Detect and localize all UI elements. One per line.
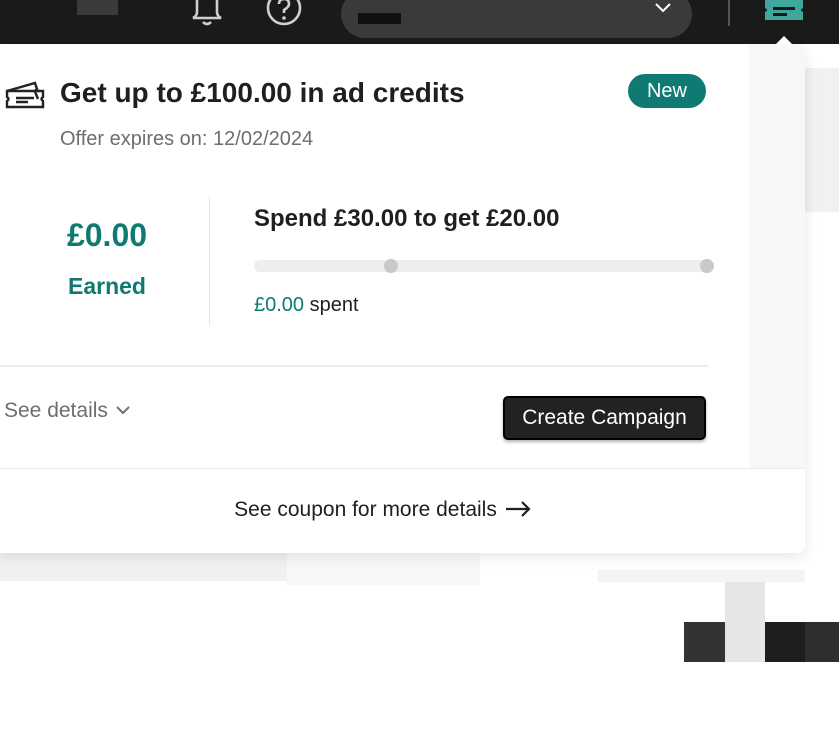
arrow-right-icon <box>505 501 531 517</box>
background-panel <box>805 68 839 212</box>
spent-label: spent <box>304 294 359 316</box>
spend-goal-heading: Spend £30.00 to get £20.00 <box>254 205 560 232</box>
background-block <box>765 622 805 662</box>
offer-title: Get up to £100.00 in ad credits <box>60 77 465 108</box>
popover-caret <box>775 36 793 45</box>
spent-amount: £0.00 <box>254 294 305 316</box>
see-coupon-details-label: See coupon for more details <box>234 498 497 521</box>
nav-divider <box>728 0 730 26</box>
coupon-icon[interactable] <box>763 0 805 26</box>
see-details-toggle[interactable]: See details <box>4 399 130 423</box>
new-badge: New <box>628 74 706 108</box>
chevron-down-icon <box>655 3 671 13</box>
background-panel <box>287 553 480 585</box>
section-divider <box>0 365 708 367</box>
vertical-divider <box>209 197 210 325</box>
nav-item[interactable] <box>77 0 118 15</box>
top-navigation-bar <box>0 0 839 44</box>
account-name-redacted <box>358 13 401 24</box>
coupon-tickets-icon <box>5 81 45 109</box>
earned-amount: £0.00 <box>66 217 148 253</box>
earned-label: Earned <box>68 273 146 299</box>
background-block <box>684 622 726 662</box>
background-panel <box>598 570 805 582</box>
footer-divider <box>0 468 805 469</box>
help-icon[interactable] <box>265 0 303 28</box>
progress-milestone <box>384 259 399 273</box>
account-selector[interactable] <box>341 0 692 38</box>
create-campaign-button[interactable]: Create Campaign <box>503 396 706 440</box>
spend-progress-bar <box>254 259 714 273</box>
spent-summary: £0.00 spent <box>254 294 359 317</box>
progress-milestone <box>700 259 714 273</box>
popover-scroll-area <box>749 45 805 469</box>
notifications-bell-icon[interactable] <box>190 0 224 28</box>
background-block <box>805 622 839 662</box>
see-coupon-details-link[interactable]: See coupon for more details <box>0 498 765 522</box>
ad-credits-popover: Get up to £100.00 in ad credits New Offe… <box>0 45 805 553</box>
see-details-label: See details <box>4 399 108 422</box>
background-block <box>725 582 765 662</box>
chevron-down-icon <box>116 406 130 415</box>
offer-expiry: Offer expires on: 12/02/2024 <box>60 128 314 150</box>
